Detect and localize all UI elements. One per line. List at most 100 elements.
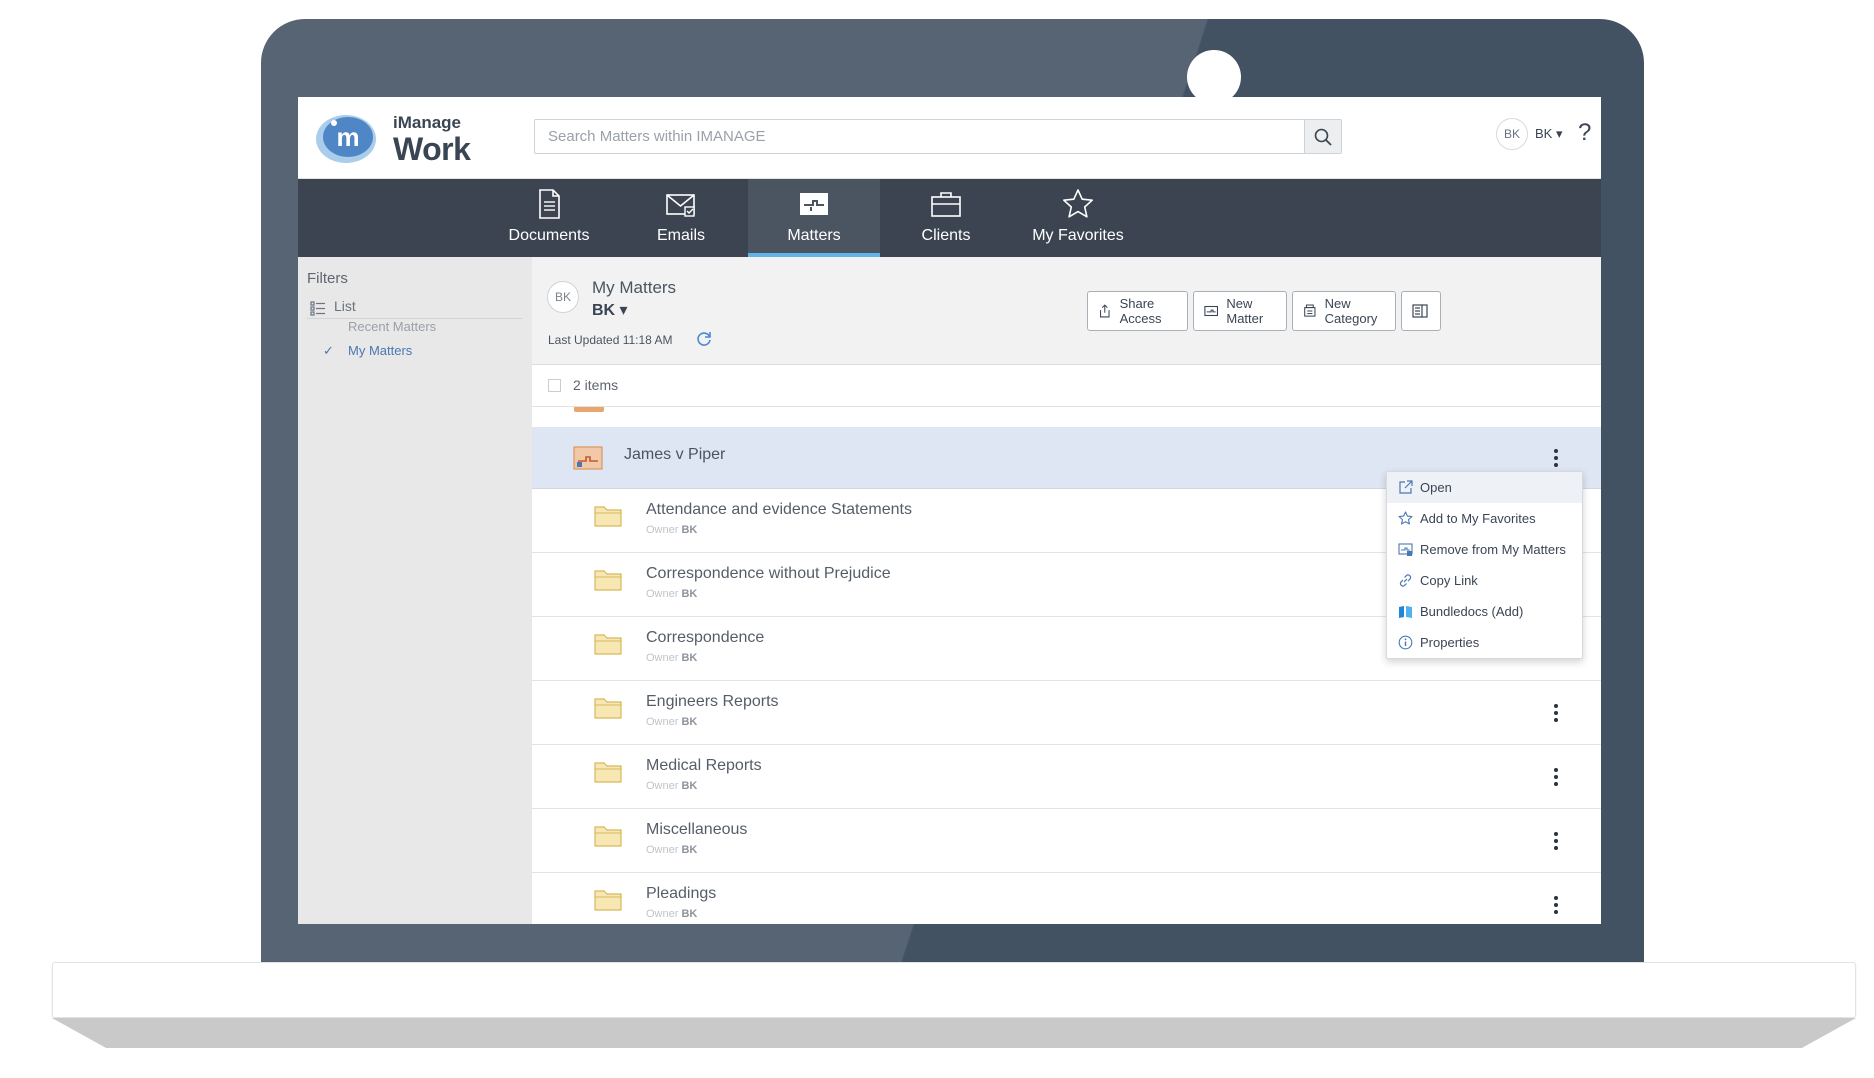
list-header: 2 items [532,365,1601,407]
folder-more-options-icon[interactable] [1548,894,1564,916]
menu-item-label: Add to My Favorites [1420,511,1536,526]
matter-icon [800,193,828,215]
bundledocs-icon [1399,606,1412,618]
search-input[interactable] [535,120,1305,153]
briefcase-icon [931,192,961,217]
nav-label: Emails [656,227,705,244]
folder-icon [594,762,622,783]
column-options-button[interactable] [1401,291,1441,331]
folder-icon [594,890,622,911]
star-icon [1063,189,1093,218]
nav-my-favorites[interactable]: My Favorites [1012,179,1144,257]
previous-row-peek [574,407,604,412]
last-updated-text: Last Updated 11:18 AM [548,333,673,347]
folder-row[interactable]: Pleadings Owner BK [532,873,1601,924]
link-icon [1399,574,1412,587]
share-icon [1100,304,1110,318]
matter-more-options-icon[interactable] [1548,447,1564,469]
menu-item-label: Bundledocs (Add) [1420,604,1524,619]
folder-owner: Owner BK [646,652,698,664]
nav-matters[interactable]: Matters [748,179,880,257]
new-matter-button[interactable]: New Matter [1193,291,1287,331]
open-external-icon [1399,480,1413,494]
select-all-checkbox[interactable] [548,379,561,392]
share-access-button[interactable]: Share Access [1087,291,1188,331]
search-icon [1314,128,1332,146]
star-outline-icon [1398,511,1413,525]
selected-check-icon: ✓ [323,343,334,358]
folder-icon [594,698,622,719]
folder-name[interactable]: Miscellaneous [646,821,747,839]
folder-more-options-icon[interactable] [1548,702,1564,724]
folder-owner: Owner BK [646,844,698,856]
brand-name: iManage [393,113,462,132]
menu-item-add-favorites[interactable]: Add to My Favorites [1387,503,1582,534]
menu-item-properties[interactable]: Properties [1387,627,1582,658]
context-menu: Open Add to My Favorites Remove from My … [1386,471,1583,659]
folder-name[interactable]: Correspondence [646,629,764,647]
app-header: m iManage Work BK BK ▾ ? [298,97,1601,179]
remove-matter-icon [1398,543,1413,556]
menu-item-label: Properties [1420,635,1480,650]
menu-item-label: Copy Link [1420,573,1478,588]
filters-sidebar: Filters List Recent Matters ✓ My Matters [298,257,532,924]
app-screen: m iManage Work BK BK ▾ ? [298,97,1601,924]
menu-item-copy-link[interactable]: Copy Link [1387,565,1582,596]
nav-emails[interactable]: Emails [615,179,747,257]
view-list-label: List [334,298,356,314]
sidebar-item-my-matters[interactable]: My Matters [348,343,412,358]
folder-name[interactable]: Medical Reports [646,757,762,775]
folder-icon [594,826,622,847]
folder-row[interactable]: Miscellaneous Owner BK [532,809,1601,873]
list-view-icon [310,301,325,316]
menu-item-bundledocs[interactable]: Bundledocs (Add) [1387,596,1582,627]
nav-documents[interactable]: Documents [483,179,615,257]
matter-name[interactable]: James v Piper [624,446,725,464]
user-avatar[interactable]: BK [1496,118,1528,150]
nav-clients[interactable]: Clients [880,179,1012,257]
menu-item-remove-from-my-matters[interactable]: Remove from My Matters [1387,534,1582,565]
folder-owner: Owner BK [646,780,698,792]
folder-owner: Owner BK [646,716,698,728]
search-button[interactable] [1304,120,1341,153]
brand-product: Work [393,131,471,167]
folder-owner: Owner BK [646,908,698,920]
folder-name[interactable]: Pleadings [646,885,716,903]
folder-more-options-icon[interactable] [1548,766,1564,788]
sidebar-item-recent-matters[interactable]: Recent Matters [348,319,436,334]
menu-item-label: Remove from My Matters [1420,542,1566,557]
share-access-label: Share Access [1119,296,1162,326]
new-category-button[interactable]: New Category [1292,291,1396,331]
owner-dropdown[interactable]: BK ▾ [592,300,628,320]
help-button[interactable]: ? [1578,119,1591,147]
search-box [534,119,1342,154]
new-matter-icon [1204,305,1219,317]
folder-name[interactable]: Engineers Reports [646,693,779,711]
folder-row[interactable]: Engineers Reports Owner BK [532,681,1601,745]
page-title: My Matters [592,278,677,297]
owner-avatar: BK [547,281,579,313]
laptop-base-shadow [52,1018,1856,1048]
nav-label: Clients [921,227,971,244]
folder-icon [594,570,622,591]
columns-icon [1412,304,1428,318]
new-category-label: New Category [1324,296,1378,326]
menu-item-open[interactable]: Open [1387,472,1582,503]
matter-icon [573,446,603,470]
folder-more-options-icon[interactable] [1548,830,1564,852]
folder-icon [594,634,622,655]
new-matter-label: New Matter [1226,296,1264,326]
folder-owner: Owner BK [646,588,698,600]
folder-name[interactable]: Correspondence without Prejudice [646,565,891,583]
email-icon [666,194,695,217]
user-menu-toggle[interactable]: BK ▾ [1535,126,1562,142]
marketing-laptop-frame: m iManage Work BK BK ▾ ? [0,0,1874,1078]
matters-toolbar: BK My Matters BK ▾ Last Updated 11:18 AM… [532,257,1601,365]
refresh-icon[interactable] [695,330,713,348]
folder-name[interactable]: Attendance and evidence Statements [646,501,912,519]
view-list-toggle[interactable]: List [307,297,522,319]
document-icon [539,189,560,219]
new-category-icon [1304,304,1316,317]
svg-text:m: m [336,122,359,152]
folder-row[interactable]: Medical Reports Owner BK [532,745,1601,809]
